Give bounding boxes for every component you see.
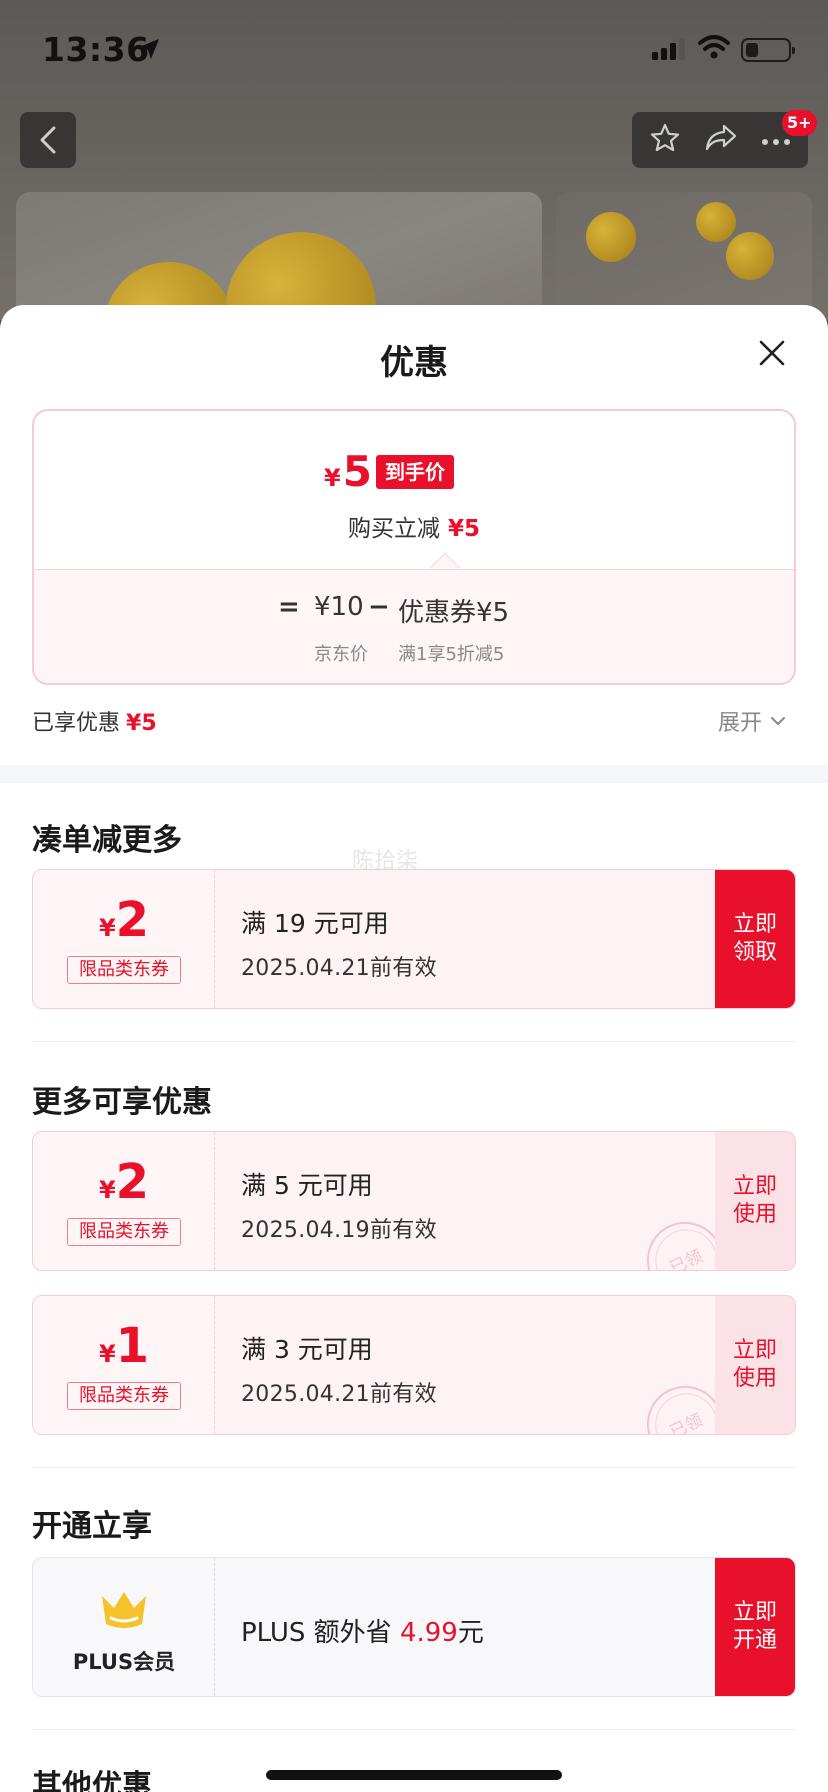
battery-icon (741, 38, 795, 62)
price-formula: = ¥10 − 优惠券¥5 京东价 满1享5折减5 (34, 569, 794, 683)
price-breakdown-card: ¥ 5 到手价 购买立减 ¥5 = ¥10 − 优惠券¥5 京东价 满1享5折减5 (32, 409, 796, 685)
favorite-button[interactable] (649, 122, 681, 158)
equals-sign: = (278, 592, 300, 622)
claim-coupon-button[interactable]: 立即 领取 (715, 870, 795, 1008)
coupon-expiry: 2025.04.21前有效 (241, 956, 437, 981)
plus-badge: PLUS会员 (33, 1558, 215, 1696)
final-price-currency: ¥ (324, 464, 341, 492)
price-summary: ¥ 5 到手价 购买立减 ¥5 (34, 411, 794, 569)
more-dots-icon (761, 138, 790, 145)
plus-text-suffix: 元 (457, 1618, 484, 1648)
coupon-amount-value: 2 (115, 1154, 150, 1210)
coupon-amount: ¥1 (33, 1318, 215, 1374)
expand-button[interactable]: 展开 (718, 705, 786, 737)
share-icon (705, 124, 737, 151)
open-plus-button[interactable]: 立即 开通 (715, 1558, 795, 1696)
signal-icon (652, 38, 685, 60)
coupon-amount-value: 1 (115, 1318, 150, 1374)
coupon-condition: 满 3 元可用 (241, 1335, 373, 1364)
coupon-term: 优惠券¥5 (398, 598, 510, 628)
notification-badge: 5+ (782, 110, 817, 136)
section-gap (0, 765, 828, 783)
coupon-type: 限品类东券 (67, 1218, 181, 1246)
plus-text-prefix: PLUS 额外省 (241, 1618, 392, 1648)
section-title-plus: 开通立享 (32, 1509, 152, 1544)
coupon-rule: 满1享5折减5 (398, 644, 505, 665)
section-title-combine: 凑单减更多 (32, 823, 182, 858)
coupon-amount: ¥2 (33, 1154, 215, 1210)
coupon-currency: ¥ (98, 1340, 116, 1368)
product-image-main (16, 192, 542, 320)
coupon-currency: ¥ (98, 914, 116, 942)
use-coupon-button[interactable]: 立即 使用 (715, 1296, 795, 1434)
status-time: 13:36 (42, 30, 150, 69)
coupon-card: ¥2 限品类东券 满 5 元可用 2025.04.19前有效 已领 立即 使用 (32, 1131, 796, 1271)
crown-icon (102, 1592, 146, 1628)
enjoyed-amount: ¥5 (126, 711, 157, 736)
instant-discount-line: 购买立减 ¥5 (34, 509, 794, 543)
divider (32, 1467, 796, 1468)
chevron-left-icon (40, 126, 56, 154)
location-arrow-icon (139, 39, 159, 59)
discount-sheet: 优惠 ¥ 5 到手价 购买立减 ¥5 = ¥10 − 优惠券¥5 京东价 满1享5… (0, 305, 828, 1792)
wifi-icon (698, 35, 730, 59)
enjoyed-discount: 已享优惠 ¥5 (32, 705, 157, 737)
section-title-other: 其他优惠 (32, 1769, 152, 1792)
instant-discount-label: 购买立减 (347, 516, 440, 542)
coupon-type: 限品类东券 (67, 956, 181, 984)
star-icon (651, 123, 680, 152)
coupon-expiry: 2025.04.19前有效 (241, 1218, 437, 1243)
close-icon (759, 340, 785, 366)
jd-price-label: 京东价 (314, 644, 368, 665)
final-price-value: 5 (342, 447, 372, 496)
section-title-more: 更多可享优惠 (32, 1085, 212, 1120)
divider (32, 1729, 796, 1730)
home-indicator (266, 1770, 562, 1780)
sheet-title: 优惠 (380, 343, 448, 383)
plus-saving-text: PLUS 额外省 4.99元 (241, 1612, 484, 1649)
coupon-card: ¥1 限品类东券 满 3 元可用 2025.04.21前有效 已领 立即 使用 (32, 1295, 796, 1435)
product-image-secondary (556, 192, 812, 320)
enjoyed-label: 已享优惠 (32, 711, 121, 736)
coupon-amount: ¥2 (33, 892, 215, 948)
coupon-condition: 满 5 元可用 (241, 1171, 373, 1200)
final-price: ¥ 5 (324, 447, 372, 496)
chevron-down-icon (771, 717, 786, 725)
coupon-card: ¥2 限品类东券 满 19 元可用 2025.04.21前有效 立即 领取 (32, 869, 796, 1009)
plus-label: PLUS会员 (72, 1650, 176, 1674)
tomato-shape (696, 202, 736, 242)
plus-member-card: PLUS会员 PLUS 额外省 4.99元 立即 开通 (32, 1557, 796, 1697)
share-button[interactable] (704, 123, 738, 157)
instant-discount-amount: ¥5 (447, 516, 480, 542)
use-coupon-button[interactable]: 立即 使用 (715, 1132, 795, 1270)
divider (32, 1041, 796, 1042)
coupon-value: ¥1 限品类东券 (33, 1296, 215, 1434)
coupon-expiry: 2025.04.21前有效 (241, 1382, 437, 1407)
coupon-type: 限品类东券 (67, 1382, 181, 1410)
final-price-tag: 到手价 (376, 455, 454, 489)
minus-sign: − (368, 592, 390, 622)
coupon-currency: ¥ (98, 1176, 116, 1204)
coupon-value: ¥2 限品类东券 (33, 1132, 215, 1270)
coupon-condition: 满 19 元可用 (241, 909, 389, 938)
tomato-shape (586, 212, 636, 262)
status-bar: 13:36 (0, 0, 828, 100)
jd-price: ¥10 (314, 592, 364, 622)
tomato-shape (726, 232, 774, 280)
expand-label: 展开 (718, 711, 763, 736)
close-button[interactable] (756, 337, 788, 369)
plus-saving-amount: 4.99 (399, 1618, 458, 1648)
back-button[interactable] (20, 112, 76, 168)
coupon-value: ¥2 限品类东券 (33, 870, 215, 1008)
coupon-amount-value: 2 (115, 892, 150, 948)
